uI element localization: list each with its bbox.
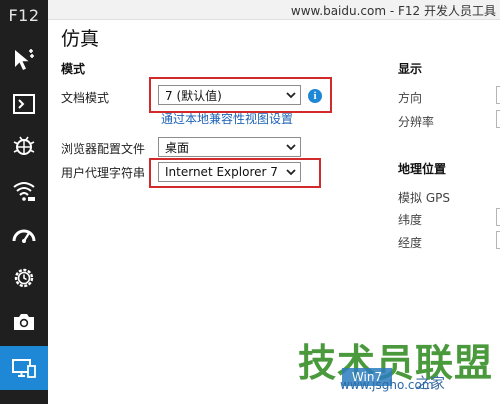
info-icon[interactable]: i bbox=[308, 89, 322, 103]
bug-icon bbox=[13, 136, 35, 155]
chevron-down-icon[interactable] bbox=[284, 165, 298, 179]
chevron-down-icon[interactable] bbox=[284, 88, 298, 102]
document-mode-value: 7 (默认值) bbox=[165, 88, 222, 103]
devices-icon bbox=[12, 359, 36, 378]
longitude-label: 经度 bbox=[398, 236, 423, 250]
sidebar-item-performance[interactable] bbox=[0, 214, 48, 254]
console-icon bbox=[13, 94, 35, 114]
browser-profile-select[interactable]: 桌面 bbox=[158, 137, 301, 157]
tool-sidebar: F12 bbox=[0, 0, 48, 404]
simulate-gps-label: 模拟 GPS bbox=[398, 191, 450, 205]
browser-profile-value: 桌面 bbox=[165, 140, 190, 155]
sidebar-item-debugger[interactable] bbox=[0, 126, 48, 166]
sidebar-item-dom-explorer[interactable] bbox=[0, 40, 48, 80]
sidebar-item-memory[interactable] bbox=[0, 258, 48, 298]
compat-view-link[interactable]: 通过本地兼容性视图设置 bbox=[161, 110, 293, 127]
user-agent-label: 用户代理字符串 bbox=[61, 166, 146, 180]
latitude-label: 纬度 bbox=[398, 213, 423, 227]
window-title: www.baidu.com - F12 开发人员工具 bbox=[290, 4, 496, 18]
resolution-label: 分辨率 bbox=[398, 115, 435, 129]
document-mode-select[interactable]: 7 (默认值) bbox=[158, 85, 301, 105]
longitude-input[interactable] bbox=[496, 231, 500, 249]
user-agent-select[interactable]: Internet Explorer 7 bbox=[158, 162, 301, 182]
user-agent-value: Internet Explorer 7 bbox=[165, 165, 278, 179]
sidebar-item-emulation[interactable] bbox=[0, 346, 48, 390]
watermark-url: www.jsgho.com bbox=[340, 378, 434, 392]
f12-brand: F12 bbox=[8, 6, 40, 25]
sidebar-item-console[interactable] bbox=[0, 84, 48, 124]
chevron-down-icon[interactable] bbox=[284, 140, 298, 154]
orientation-label: 方向 bbox=[398, 91, 423, 105]
gauge-icon bbox=[12, 229, 36, 243]
resolution-select[interactable] bbox=[496, 110, 500, 128]
devtools-window: F12 www.baidu.com - F12 开发人员工具 仿真 模式 文档模… bbox=[0, 0, 500, 404]
section-heading-geolocation: 地理位置 bbox=[398, 162, 447, 176]
title-bar: www.baidu.com - F12 开发人员工具 bbox=[48, 0, 500, 20]
sidebar-item-screenshot[interactable] bbox=[0, 302, 48, 342]
cursor-select-icon bbox=[15, 49, 34, 70]
latitude-input[interactable] bbox=[496, 208, 500, 226]
document-mode-label: 文档模式 bbox=[61, 91, 110, 105]
page-title: 仿真 bbox=[61, 28, 100, 50]
section-heading-mode: 模式 bbox=[61, 62, 86, 76]
camera-icon bbox=[14, 314, 34, 330]
orientation-select[interactable] bbox=[496, 86, 500, 104]
browser-profile-label: 浏览器配置文件 bbox=[61, 142, 146, 156]
section-heading-display: 显示 bbox=[398, 62, 423, 76]
gear-clock-icon bbox=[14, 268, 34, 288]
wifi-icon bbox=[13, 182, 35, 201]
sidebar-item-network[interactable] bbox=[0, 170, 48, 210]
